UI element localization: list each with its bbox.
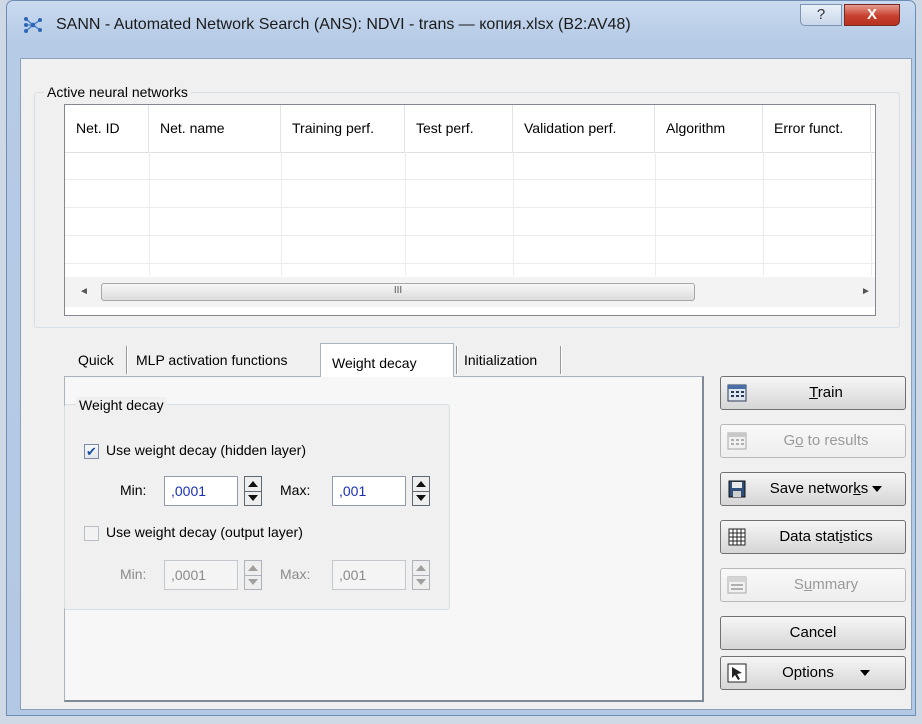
options-button-label: Options — [751, 657, 901, 689]
go-to-results-button-label: Go to results — [783, 432, 869, 449]
tab-weight-decay[interactable]: Weight decay — [332, 349, 417, 377]
grid-line — [149, 152, 150, 276]
tab-initialization[interactable]: Initialization — [464, 346, 537, 374]
column-header[interactable]: Net. ID — [65, 105, 149, 152]
summary-button-label: Summary — [793, 576, 859, 593]
grid-line — [655, 152, 656, 276]
save-networks-button-label: Save networks — [751, 473, 901, 505]
output-min-input[interactable]: ,0001 — [164, 560, 238, 590]
scrollbar-thumb[interactable]: III — [101, 283, 695, 301]
hidden-max-label: Max: — [280, 482, 311, 498]
summary-button[interactable]: Summary — [720, 568, 906, 602]
spin-down-icon[interactable] — [413, 575, 429, 590]
column-header[interactable]: Algorithm — [655, 105, 763, 152]
train-icon — [727, 383, 747, 403]
pointer-icon — [727, 663, 747, 683]
dropdown-arrow-icon — [859, 670, 870, 677]
window-title: SANN - Automated Network Search (ANS): N… — [56, 16, 631, 33]
grid-line — [763, 152, 764, 276]
grid-line — [405, 152, 406, 276]
hidden-layer-checkbox-label: Use weight decay (hidden layer) — [106, 442, 306, 458]
output-min-label: Min: — [120, 566, 147, 582]
data-statistics-button[interactable]: Data statistics — [720, 520, 906, 554]
grid-line — [65, 179, 875, 180]
data-statistics-button-label: Data statistics — [779, 528, 873, 545]
output-layer-checkbox-label: Use weight decay (output layer) — [106, 524, 303, 540]
networks-table[interactable]: Net. ID Net. name Training perf. Test pe… — [64, 104, 876, 316]
scroll-left-arrow-icon[interactable]: ◄ — [75, 283, 93, 301]
grid-line — [281, 152, 282, 276]
column-header[interactable]: Training perf. — [281, 105, 405, 152]
spin-up-icon[interactable] — [413, 477, 429, 491]
hidden-max-spinner[interactable] — [412, 476, 430, 506]
close-button[interactable]: X — [844, 4, 900, 26]
tab-separator — [456, 346, 458, 374]
grid-line — [65, 263, 875, 264]
spin-up-icon[interactable] — [413, 561, 429, 575]
output-min-spinner[interactable] — [244, 560, 262, 590]
spin-up-icon[interactable] — [245, 561, 261, 575]
tab-separator — [560, 346, 562, 374]
train-button[interactable]: Train — [720, 376, 906, 410]
help-button[interactable]: ? — [800, 4, 842, 26]
output-max-spinner[interactable] — [412, 560, 430, 590]
check-mark-icon: ✔ — [86, 444, 97, 459]
column-header[interactable]: Error funct. — [763, 105, 871, 152]
horizontal-scrollbar[interactable]: ◄ III ► — [65, 277, 875, 307]
train-button-label: Train — [809, 384, 843, 401]
spin-down-icon[interactable] — [245, 491, 261, 506]
table-header: Net. ID Net. name Training perf. Test pe… — [65, 105, 875, 153]
column-header[interactable]: Validation perf. — [513, 105, 655, 152]
tab-mlp-activation-functions[interactable]: MLP activation functions — [136, 346, 288, 374]
spin-down-icon[interactable] — [245, 575, 261, 590]
output-max-label: Max: — [280, 566, 311, 582]
hidden-max-input[interactable]: ,001 — [332, 476, 406, 506]
scroll-grip-icon: III — [393, 285, 403, 296]
results-icon — [727, 431, 747, 451]
spin-up-icon[interactable] — [245, 477, 261, 491]
spin-down-icon[interactable] — [413, 491, 429, 506]
grid-line — [65, 207, 875, 208]
cancel-button-label: Cancel — [789, 624, 837, 641]
networks-group-legend: Active neural networks — [44, 84, 191, 100]
grid-line — [871, 152, 872, 276]
column-header[interactable]: H — [871, 105, 875, 152]
tab-quick[interactable]: Quick — [78, 346, 114, 374]
grid-line — [65, 235, 875, 236]
output-max-input[interactable]: ,001 — [332, 560, 406, 590]
hidden-min-spinner[interactable] — [244, 476, 262, 506]
floppy-disk-icon — [727, 479, 747, 499]
grid-table-icon — [727, 527, 747, 547]
tab-separator — [126, 346, 128, 374]
scroll-right-arrow-icon[interactable]: ► — [857, 283, 875, 301]
hidden-layer-checkbox[interactable]: ✔ — [84, 444, 99, 459]
hidden-min-input[interactable]: ,0001 — [164, 476, 238, 506]
dropdown-arrow-icon — [872, 486, 883, 493]
column-header[interactable]: Test perf. — [405, 105, 513, 152]
options-button[interactable]: Options — [720, 656, 906, 690]
go-to-results-button[interactable]: Go to results — [720, 424, 906, 458]
output-layer-checkbox[interactable] — [84, 526, 99, 541]
hidden-min-label: Min: — [120, 482, 147, 498]
column-header[interactable]: Net. name — [149, 105, 281, 152]
sann-app-icon — [22, 14, 44, 36]
cancel-button[interactable]: Cancel — [720, 616, 906, 650]
weight-decay-group-legend: Weight decay — [76, 397, 167, 413]
save-networks-button[interactable]: Save networks — [720, 472, 906, 506]
grid-line — [513, 152, 514, 276]
summary-icon — [727, 575, 747, 595]
